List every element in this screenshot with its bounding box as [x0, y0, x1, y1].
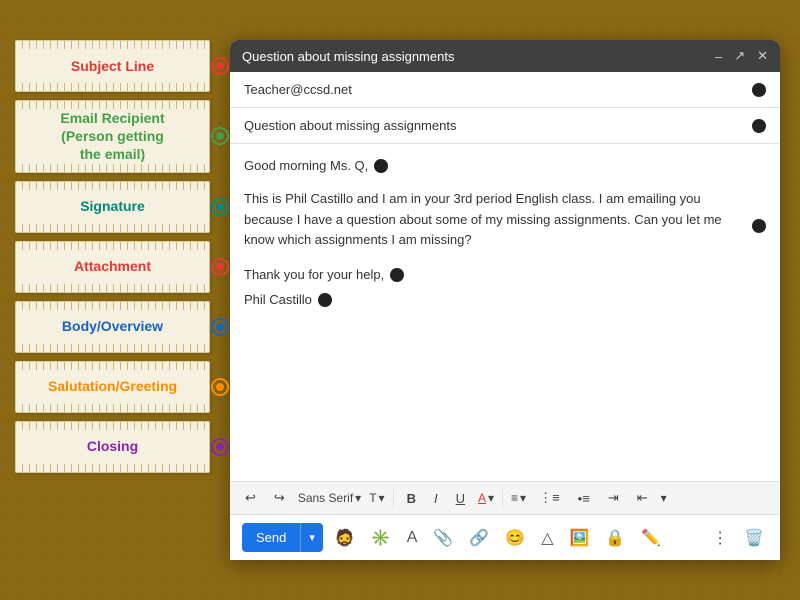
to-field-dot: [752, 83, 766, 97]
insert-drive-button[interactable]: △: [537, 524, 557, 552]
bulleted-list-button[interactable]: •≡: [573, 489, 595, 508]
more-options-button[interactable]: ⋮: [708, 524, 732, 552]
outdent-button[interactable]: ⇤: [632, 488, 653, 508]
note-subject-label: Subject Line: [71, 57, 154, 75]
gmail-compose-window: Question about missing assignments – ↗ ✕…: [230, 40, 780, 560]
note-attachment-label: Attachment: [74, 257, 151, 275]
insert-smiley-button[interactable]: 😊: [501, 524, 529, 552]
body-overview-dot: [211, 318, 229, 336]
note-body-overview: Body/Overview: [15, 301, 210, 353]
sidebar: Subject Line Email Recipient(Person gett…: [15, 40, 210, 473]
closing-line: Thank you for your help,: [244, 265, 766, 286]
insert-link-button[interactable]: 🔗: [465, 524, 493, 552]
insert-effects-button[interactable]: ✳️: [367, 524, 395, 552]
send-button-group: Send ▾: [242, 523, 323, 552]
close-button[interactable]: ✕: [757, 48, 768, 64]
format-text-button[interactable]: A: [403, 525, 422, 551]
indent-button[interactable]: ⇥: [603, 488, 624, 508]
to-field-value: Teacher@ccsd.net: [244, 82, 744, 97]
signature-dot: [211, 198, 229, 216]
font-dropdown-arrow: ▾: [355, 491, 361, 505]
undo-button[interactable]: ↩: [240, 488, 261, 508]
minimize-button[interactable]: –: [715, 49, 722, 64]
formatting-toolbar: ↩ ↪ Sans Serif ▾ T ▾ B I U A ▾ ≡ ▾ ⋮: [230, 481, 780, 514]
more-toolbar-dropdown[interactable]: ▾: [661, 491, 667, 505]
numbered-list-button[interactable]: ⋮≡: [534, 488, 565, 508]
note-recipient-label: Email Recipient(Person gettingthe email): [60, 109, 164, 164]
salutation-line: Good morning Ms. Q,: [244, 156, 766, 177]
insert-emoji-button[interactable]: 🧔: [331, 524, 359, 552]
signature-line: Phil Castillo: [244, 290, 766, 311]
font-size-icon: T: [369, 491, 376, 505]
align-icon: ≡: [511, 491, 518, 505]
send-dropdown-button[interactable]: ▾: [300, 523, 323, 552]
note-closing: Closing: [15, 421, 210, 473]
redo-button[interactable]: ↪: [269, 488, 290, 508]
body-content-dot: [752, 219, 766, 233]
gmail-actions-bar: Send ▾ 🧔 ✳️ A 📎 🔗 😊 △ 🖼️ 🔒 ✏️ ⋮ 🗑️: [230, 514, 780, 560]
closing-content-dot: [390, 268, 404, 282]
align-arrow: ▾: [520, 491, 526, 505]
note-closing-label: Closing: [87, 437, 138, 455]
bold-button[interactable]: B: [402, 489, 421, 508]
closing-text: Thank you for your help,: [244, 265, 384, 286]
subject-line-dot: [211, 57, 229, 75]
font-color-dropdown[interactable]: A ▾: [478, 491, 494, 505]
note-attachment: Attachment: [15, 241, 210, 293]
gmail-window-title: Question about missing assignments: [242, 49, 454, 64]
send-button[interactable]: Send: [242, 523, 300, 552]
subject-field-value: Question about missing assignments: [244, 118, 744, 133]
underline-button[interactable]: U: [451, 489, 470, 508]
signature-text: Phil Castillo: [244, 290, 312, 311]
more-toolbar-arrow: ▾: [661, 491, 667, 505]
font-color-arrow: ▾: [488, 491, 494, 505]
signature-content-dot: [318, 293, 332, 307]
note-salutation: Salutation/Greeting: [15, 361, 210, 413]
font-size-dropdown[interactable]: T ▾: [369, 491, 384, 505]
font-name: Sans Serif: [298, 491, 353, 505]
salutation-content-dot: [374, 159, 388, 173]
toolbar-sep-2: [502, 489, 503, 507]
body-paragraph-line: This is Phil Castillo and I am in your 3…: [244, 189, 766, 251]
align-dropdown[interactable]: ≡ ▾: [511, 491, 526, 505]
note-signature-label: Signature: [80, 197, 145, 215]
insert-photo-button[interactable]: 🖼️: [566, 524, 594, 552]
insert-lock-button[interactable]: 🔒: [601, 524, 629, 552]
recipient-dot: [211, 127, 229, 145]
delete-draft-button[interactable]: 🗑️: [740, 524, 768, 552]
attachment-dot: [211, 258, 229, 276]
note-salutation-label: Salutation/Greeting: [48, 377, 177, 395]
font-color-icon: A: [478, 491, 486, 505]
insert-signature-button[interactable]: ✏️: [637, 524, 665, 552]
subject-field: Question about missing assignments: [230, 108, 780, 144]
gmail-window-controls: – ↗ ✕: [715, 48, 768, 64]
font-size-arrow: ▾: [379, 491, 385, 505]
note-email-recipient: Email Recipient(Person gettingthe email): [15, 100, 210, 173]
salutation-dot: [211, 378, 229, 396]
maximize-button[interactable]: ↗: [734, 48, 745, 64]
note-body-label: Body/Overview: [62, 317, 163, 335]
note-signature: Signature: [15, 181, 210, 233]
gmail-titlebar: Question about missing assignments – ↗ ✕: [230, 40, 780, 72]
salutation-text: Good morning Ms. Q,: [244, 156, 368, 177]
email-content-area[interactable]: Good morning Ms. Q, This is Phil Castill…: [230, 144, 780, 481]
attach-file-button[interactable]: 📎: [429, 524, 457, 552]
body-paragraph-text: This is Phil Castillo and I am in your 3…: [244, 189, 746, 251]
to-field: Teacher@ccsd.net: [230, 72, 780, 108]
gmail-body: Teacher@ccsd.net Question about missing …: [230, 72, 780, 560]
closing-dot: [211, 438, 229, 456]
italic-button[interactable]: I: [429, 489, 443, 508]
font-dropdown[interactable]: Sans Serif ▾: [298, 491, 361, 505]
toolbar-sep-1: [393, 489, 394, 507]
subject-field-dot: [752, 119, 766, 133]
note-subject-line: Subject Line: [15, 40, 210, 92]
